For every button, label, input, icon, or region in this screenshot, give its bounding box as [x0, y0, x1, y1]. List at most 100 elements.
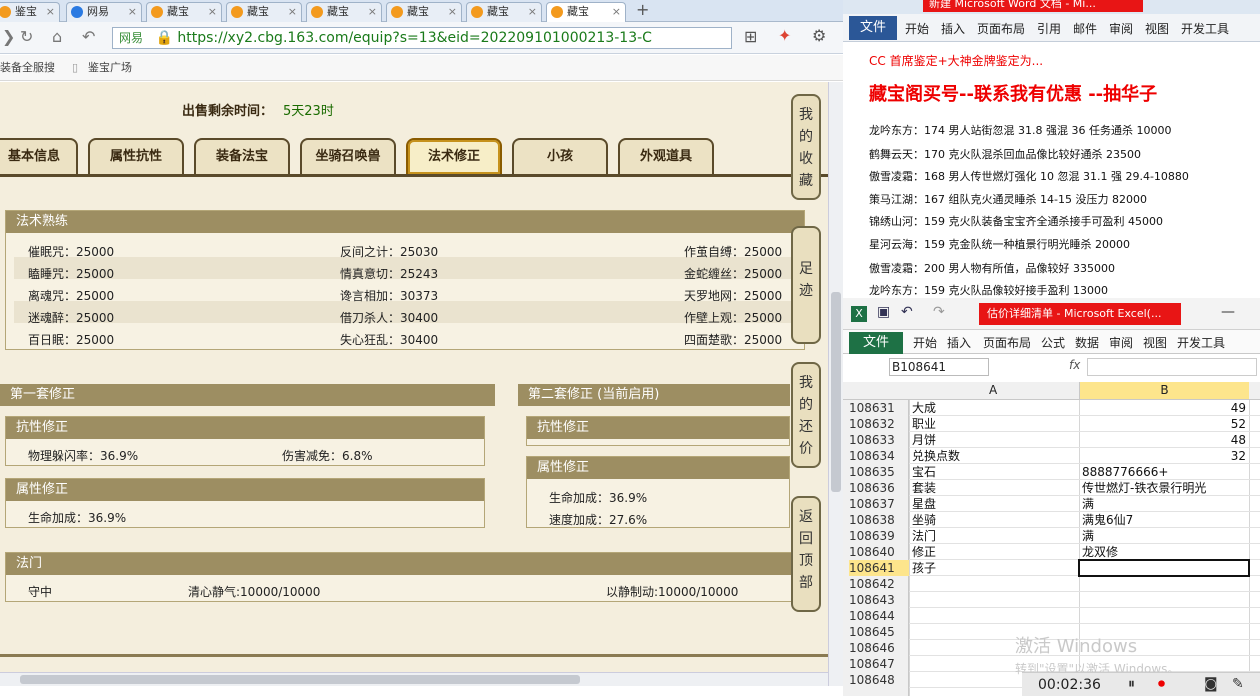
- cell-b[interactable]: 8888776666+: [1082, 464, 1168, 480]
- cell-b[interactable]: 龙双修: [1082, 544, 1118, 560]
- browser-tab[interactable]: 藏宝 ×: [306, 2, 382, 22]
- tab-spell-correction[interactable]: 法术修正: [406, 138, 502, 174]
- bookmark-item[interactable]: 装备全服搜: [0, 55, 55, 81]
- word-ribbon-tab[interactable]: 审阅: [1109, 20, 1133, 37]
- back-to-top-button[interactable]: 返回顶部: [791, 496, 821, 612]
- close-icon[interactable]: ×: [528, 3, 537, 21]
- word-ribbon-tab[interactable]: 开始: [905, 20, 929, 37]
- my-favorites-button[interactable]: 我的收藏: [791, 94, 821, 200]
- close-icon[interactable]: ×: [46, 3, 55, 21]
- word-ribbon-tab[interactable]: 邮件: [1073, 20, 1097, 37]
- scrollbar-thumb[interactable]: [20, 675, 580, 684]
- row-number[interactable]: 108648: [849, 672, 909, 688]
- address-bar[interactable]: 网易 🔒 https://xy2.cbg.163.com/equip?s=13&…: [112, 27, 732, 49]
- cell-b[interactable]: 52: [1231, 416, 1246, 432]
- row-number[interactable]: 108646: [849, 640, 909, 656]
- home-icon[interactable]: ⌂: [52, 27, 62, 46]
- refresh-icon[interactable]: ↻: [20, 27, 33, 46]
- tab-attribute-resist[interactable]: 属性抗性: [88, 138, 184, 174]
- new-tab-button[interactable]: +: [636, 0, 649, 19]
- browser-tab[interactable]: 藏宝 ×: [386, 2, 462, 22]
- word-ribbon-tab[interactable]: 页面布局: [977, 20, 1025, 37]
- grid-icon[interactable]: ⊞: [744, 27, 757, 46]
- tab-child[interactable]: 小孩: [512, 138, 608, 174]
- pen-icon[interactable]: ✎: [1232, 676, 1244, 692]
- browser-tab[interactable]: 鉴宝 ×: [0, 2, 60, 22]
- row-number[interactable]: 108645: [849, 624, 909, 640]
- row-number[interactable]: 108636: [849, 480, 909, 496]
- excel-ribbon-tab[interactable]: 开始: [913, 334, 937, 351]
- cell-a[interactable]: 法门: [912, 528, 936, 544]
- my-offers-button[interactable]: 我的还价: [791, 362, 821, 468]
- stop-record-icon[interactable]: ⏺: [1158, 676, 1165, 692]
- cell-a[interactable]: 坐骑: [912, 512, 936, 528]
- close-icon[interactable]: ×: [368, 3, 377, 21]
- column-a-header[interactable]: A: [989, 383, 997, 397]
- cell-b[interactable]: 满: [1082, 496, 1094, 512]
- close-icon[interactable]: ×: [288, 3, 297, 21]
- tab-appearance[interactable]: 外观道具: [618, 138, 714, 174]
- tools-icon[interactable]: ⚙: [812, 26, 826, 45]
- tab-basic-info[interactable]: 基本信息: [0, 138, 78, 174]
- row-number[interactable]: 108642: [849, 576, 909, 592]
- cell-b[interactable]: 满: [1082, 528, 1094, 544]
- row-number[interactable]: 108644: [849, 608, 909, 624]
- browser-tab-active[interactable]: 藏宝 ×: [546, 2, 626, 22]
- active-cell[interactable]: [1078, 559, 1250, 577]
- word-ribbon-tab[interactable]: 插入: [941, 20, 965, 37]
- tab-mount-summon[interactable]: 坐骑召唤兽: [300, 138, 396, 174]
- cell-b[interactable]: 满鬼6仙7: [1082, 512, 1133, 528]
- minimize-icon[interactable]: —: [1221, 304, 1235, 320]
- close-icon[interactable]: ×: [208, 3, 217, 21]
- excel-file-tab[interactable]: 文件: [849, 332, 903, 354]
- footprint-button[interactable]: 足迹: [791, 226, 821, 344]
- cell-a[interactable]: 星盘: [912, 496, 936, 512]
- cell-b[interactable]: 49: [1231, 400, 1246, 416]
- row-number[interactable]: 108631: [849, 400, 909, 416]
- row-number[interactable]: 108640: [849, 544, 909, 560]
- tab-equipment[interactable]: 装备法宝: [194, 138, 290, 174]
- cell-a[interactable]: 套装: [912, 480, 936, 496]
- word-ribbon-tab[interactable]: 引用: [1037, 20, 1061, 37]
- cell-a[interactable]: 大成: [912, 400, 936, 416]
- excel-ribbon-tab[interactable]: 插入: [947, 334, 971, 351]
- forward-icon[interactable]: ❯: [2, 27, 15, 46]
- cell-a[interactable]: 宝石: [912, 464, 936, 480]
- cell-b[interactable]: 传世燃灯-铁衣景行明光: [1082, 480, 1206, 496]
- excel-ribbon-tab[interactable]: 页面布局: [983, 334, 1031, 351]
- row-number[interactable]: 108638: [849, 512, 909, 528]
- word-document[interactable]: CC 首席鉴定+大神金牌鉴定为... 藏宝阁买号--联系我有优惠 --抽华子 龙…: [843, 42, 1260, 298]
- excel-ribbon-tab[interactable]: 公式: [1041, 334, 1065, 351]
- row-number[interactable]: 108643: [849, 592, 909, 608]
- name-box[interactable]: B108641: [889, 358, 989, 376]
- excel-ribbon-tab[interactable]: 数据: [1075, 334, 1099, 351]
- cell-a[interactable]: 兑换点数: [912, 448, 960, 464]
- excel-ribbon-tab[interactable]: 审阅: [1109, 334, 1133, 351]
- row-number[interactable]: 108641: [849, 560, 909, 576]
- formula-bar[interactable]: [1087, 358, 1257, 376]
- browser-tab[interactable]: 藏宝 ×: [466, 2, 542, 22]
- word-ribbon-tab[interactable]: 视图: [1145, 20, 1169, 37]
- browser-tab[interactable]: 网易 ×: [66, 2, 142, 22]
- pause-icon[interactable]: ⏸: [1128, 676, 1135, 692]
- row-number[interactable]: 108647: [849, 656, 909, 672]
- row-number[interactable]: 108632: [849, 416, 909, 432]
- row-number[interactable]: 108635: [849, 464, 909, 480]
- cell-a[interactable]: 月饼: [912, 432, 936, 448]
- close-icon[interactable]: ×: [128, 3, 137, 21]
- vertical-scrollbar[interactable]: [828, 82, 843, 686]
- cell-b[interactable]: 48: [1231, 432, 1246, 448]
- scrollbar-thumb[interactable]: [831, 292, 841, 492]
- excel-ribbon-tab[interactable]: 开发工具: [1177, 334, 1225, 351]
- column-b-header[interactable]: B: [1079, 382, 1249, 399]
- redo-icon[interactable]: ↷: [933, 304, 945, 320]
- cell-a[interactable]: 职业: [912, 416, 936, 432]
- row-number[interactable]: 108633: [849, 432, 909, 448]
- bookmark-item[interactable]: 鉴宝广场: [88, 55, 132, 81]
- word-ribbon-tab[interactable]: 开发工具: [1181, 20, 1229, 37]
- cell-a[interactable]: 孩子: [912, 560, 936, 576]
- row-number[interactable]: 108637: [849, 496, 909, 512]
- row-number[interactable]: 108639: [849, 528, 909, 544]
- close-icon[interactable]: ×: [448, 3, 457, 21]
- save-icon[interactable]: ▣: [877, 304, 890, 320]
